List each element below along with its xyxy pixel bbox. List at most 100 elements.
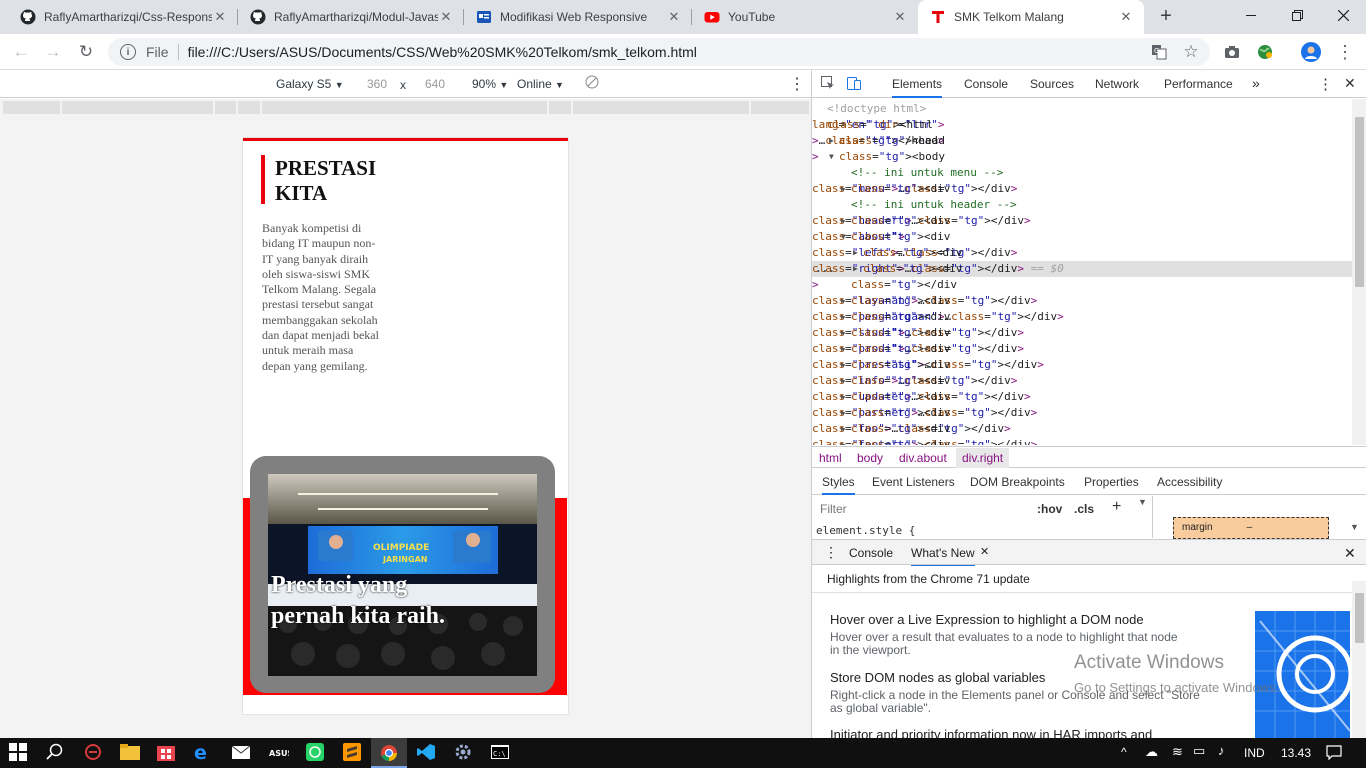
cls-toggle[interactable]: .cls	[1074, 502, 1094, 516]
info-icon[interactable]: i	[120, 44, 136, 60]
box-model-margin[interactable]: margin –	[1173, 517, 1329, 539]
dom-node[interactable]: ▶ class="tg"><div class="left">…class="tg…	[812, 245, 1352, 261]
mail-icon[interactable]	[231, 743, 252, 763]
cloud-sync-icon[interactable]: ☁	[1145, 744, 1158, 760]
store-icon[interactable]	[157, 743, 177, 763]
reload-icon[interactable]: ↻	[75, 41, 97, 63]
volume-icon[interactable]: ♪	[1218, 743, 1225, 758]
restore-icon[interactable]	[1274, 0, 1320, 30]
dom-node[interactable]: ▶ class="tg"><div class="header">…class="…	[812, 213, 1352, 229]
drawer-tab-whats-new[interactable]: What's New	[911, 546, 975, 567]
new-style-rule-icon[interactable]: +	[1112, 498, 1121, 516]
forward-icon[interactable]: →	[42, 41, 64, 63]
media-query-segment[interactable]	[3, 101, 60, 114]
media-query-segment[interactable]	[262, 101, 547, 114]
media-query-segment[interactable]	[215, 101, 236, 114]
terminal-icon[interactable]: C:\	[491, 743, 511, 763]
battery-icon[interactable]: ▭	[1193, 743, 1205, 759]
hov-toggle[interactable]: :hov	[1037, 502, 1062, 516]
dom-node[interactable]: ▶ class="tg"><head >…class="tg"></head>	[812, 133, 1352, 149]
expand-arrow-icon[interactable]: ▶	[829, 133, 834, 149]
inspect-icon[interactable]	[820, 75, 836, 94]
gear-app-icon[interactable]	[454, 743, 474, 763]
dom-scrollbar[interactable]	[1352, 99, 1366, 445]
minimize-icon[interactable]	[1228, 0, 1274, 30]
chrome-taskbar-active[interactable]	[371, 738, 407, 768]
tab-accessibility[interactable]: Accessibility	[1157, 475, 1222, 489]
expand-arrow-icon[interactable]: ▶	[841, 405, 846, 421]
app-icon[interactable]	[84, 743, 104, 763]
wifi-icon[interactable]: ≋	[1172, 744, 1183, 760]
dom-node[interactable]: ▶ class="tg"><div class="layanan">…class=…	[812, 293, 1352, 309]
scroll-thumb[interactable]	[1355, 593, 1364, 643]
dom-node[interactable]: ▶ class="tg"><div class="prodi">…class="t…	[812, 341, 1352, 357]
breadcrumb-body[interactable]: body	[857, 451, 883, 465]
expand-arrow-icon[interactable]: ▶	[841, 325, 846, 341]
media-query-segment[interactable]	[62, 101, 213, 114]
close-tab-icon[interactable]: ✕	[212, 9, 228, 25]
network-select[interactable]: Online ▼	[517, 77, 564, 91]
expand-arrow-icon[interactable]: ▶	[841, 437, 846, 445]
breadcrumb-div-right[interactable]: div.right	[956, 448, 1010, 468]
url-text[interactable]: file:///C:/Users/ASUS/Documents/CSS/Web%…	[188, 44, 697, 60]
tray-chevron-icon[interactable]: ^	[1121, 745, 1127, 759]
dom-node[interactable]: ▶ class="tg"><div class="prestasi">…class…	[812, 357, 1352, 373]
device-select[interactable]: Galaxy S5 ▼	[276, 77, 344, 91]
dom-node[interactable]: <!-- ini untuk header -->	[812, 197, 1352, 213]
tab-5-active[interactable]: SMK Telkom Malang ✕	[918, 0, 1144, 34]
device-toggle-icon[interactable]	[846, 75, 862, 94]
close-tab-icon[interactable]: ✕	[1118, 9, 1134, 25]
expand-arrow-icon[interactable]: ▶	[841, 293, 846, 309]
tab-properties[interactable]: Properties	[1084, 475, 1139, 489]
expand-arrow-icon[interactable]: ▼	[841, 229, 846, 245]
camera-icon[interactable]	[1221, 41, 1243, 63]
device-menu-icon[interactable]: ⋮	[789, 74, 805, 94]
bookmark-star-icon[interactable]: ☆	[1180, 41, 1202, 63]
tab-sources[interactable]: Sources	[1030, 77, 1074, 91]
file-explorer-icon[interactable]	[120, 743, 140, 763]
height-input[interactable]: 640	[425, 77, 445, 91]
avatar[interactable]	[1300, 41, 1322, 63]
dom-node-selected[interactable]: ▶ class="tg"><div class="right">…class="t…	[812, 261, 1352, 277]
dom-node[interactable]: ▼ class="tg"><div class="about">	[812, 229, 1352, 245]
back-icon[interactable]: ←	[10, 41, 32, 63]
dom-node[interactable]: ▶ class="tg"><div class="partner">…class=…	[812, 405, 1352, 421]
media-query-segment[interactable]	[573, 101, 749, 114]
item-title[interactable]: Hover over a Live Expression to highligh…	[830, 612, 1144, 627]
media-query-segment[interactable]	[549, 101, 571, 114]
media-query-segment[interactable]	[238, 101, 260, 114]
expand-arrow-icon[interactable]: ▶	[841, 373, 846, 389]
close-tab-icon[interactable]: ✕	[666, 9, 682, 25]
dom-node[interactable]: ▶ class="tg"><div class="info">…class="tg…	[812, 373, 1352, 389]
expand-arrow-icon[interactable]: ▶	[841, 389, 846, 405]
expand-arrow-icon[interactable]: ▶	[841, 421, 846, 437]
tab-network[interactable]: Network	[1095, 77, 1139, 91]
whatsapp-icon[interactable]	[306, 743, 326, 763]
item-title[interactable]: Store DOM nodes as global variables	[830, 670, 1045, 685]
tab-event-listeners[interactable]: Event Listeners	[872, 475, 955, 489]
drawer-scrollbar[interactable]	[1352, 581, 1366, 738]
tab-3[interactable]: Modifikasi Web Responsive ✕	[464, 0, 692, 34]
tab-2[interactable]: RaflyAmartharizqi/Modul-Javas ✕	[238, 0, 464, 34]
expand-arrow-icon[interactable]: ▶	[841, 181, 846, 197]
breadcrumb-html[interactable]: html	[819, 451, 842, 465]
zoom-select[interactable]: 90% ▼	[472, 77, 508, 91]
dom-node[interactable]: ▼ class="tg"><body >	[812, 149, 1352, 165]
menu-kebab-icon[interactable]: ⋮	[1334, 41, 1356, 63]
tab-1[interactable]: RaflyAmartharizqi/Css-Responsi ✕	[8, 0, 238, 34]
styles-filter-input[interactable]: Filter	[816, 499, 1026, 519]
asus-icon[interactable]: ASUS	[269, 743, 293, 763]
extension-globe-icon[interactable]	[1254, 41, 1276, 63]
drawer-menu-icon[interactable]: ⋮	[824, 544, 838, 561]
windows-start-icon[interactable]	[9, 743, 29, 763]
close-tab-icon[interactable]: ✕	[980, 545, 989, 558]
edge-icon[interactable]: e	[194, 742, 214, 764]
expand-arrow-icon[interactable]: ▶	[853, 245, 858, 261]
notifications-icon[interactable]	[1326, 744, 1342, 763]
node-actions-icon[interactable]: ...	[815, 261, 835, 277]
close-devtools-icon[interactable]: ✕	[1344, 75, 1356, 92]
vscode-icon[interactable]	[417, 743, 437, 763]
dom-node[interactable]: ▶ class="tg"><div class="studi">…class="t…	[812, 325, 1352, 341]
dom-node[interactable]: ▶ class="tg"><div class="penghargaan">…cl…	[812, 309, 1352, 325]
devtools-menu-icon[interactable]: ⋮	[1318, 75, 1333, 93]
